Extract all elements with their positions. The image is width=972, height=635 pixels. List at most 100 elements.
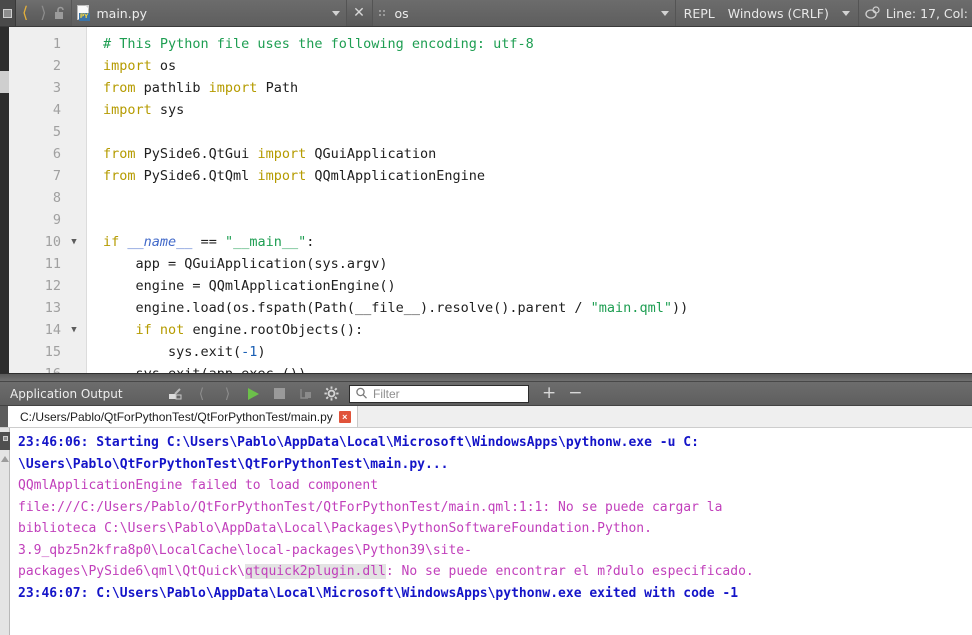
code-token: ==: [192, 234, 225, 250]
code-line[interactable]: 4 import sys: [9, 99, 972, 121]
code-line[interactable]: 10 ▼ if __name__ == "__main__":: [9, 231, 972, 253]
code-text: app = QGuiApplication(sys.argv): [87, 253, 388, 275]
line-number: 4: [52, 102, 61, 118]
cursor-position-label: Line: 17, Col:: [885, 5, 968, 21]
code-token: engine = QQmlApplicationEngine(): [103, 278, 396, 294]
code-token: not: [159, 322, 185, 338]
attach-glyph: [299, 389, 311, 399]
code-token: if: [103, 234, 120, 250]
code-token: sys: [151, 102, 185, 118]
code-token: "__main__": [224, 234, 307, 250]
code-line[interactable]: 2 import os: [9, 55, 972, 77]
repl-label[interactable]: REPL: [684, 6, 715, 21]
code-editor[interactable]: 1 # This Python file uses the following e…: [0, 27, 972, 381]
code-line[interactable]: 12 engine = QQmlApplicationEngine(): [9, 275, 972, 297]
tabbar-empty-space: [357, 406, 972, 427]
output-panel-toggle-button[interactable]: [0, 432, 10, 450]
editor-bottom-scrollbar[interactable]: [0, 373, 972, 381]
zoom-in-button[interactable]: +: [539, 385, 559, 402]
code-token: os: [151, 58, 177, 74]
code-token: :: [306, 234, 315, 250]
close-document-button[interactable]: ✕: [345, 0, 372, 26]
stop-icon[interactable]: [271, 385, 288, 402]
code-line[interactable]: 6 from PySide6.QtGui import QGuiApplicati…: [9, 143, 972, 165]
code-text: if not engine.rootObjects():: [87, 319, 364, 341]
line-number: 11: [44, 256, 61, 272]
settings-gear-icon[interactable]: [323, 385, 340, 402]
code-token: __name__: [127, 234, 193, 250]
code-line[interactable]: 7 from PySide6.QtQml import QQmlApplicati…: [9, 165, 972, 187]
chevron-left-icon[interactable]: ⟨: [22, 5, 28, 21]
code-text: from pathlib import Path: [87, 77, 298, 99]
code-line[interactable]: 3 from pathlib import Path: [9, 77, 972, 99]
symbol-combobox[interactable]: os: [371, 0, 675, 26]
scroll-up-icon[interactable]: [1, 456, 9, 462]
open-file-combobox[interactable]: PY main.py: [70, 0, 346, 26]
unlocked-padlock-icon[interactable]: [49, 0, 71, 26]
code-text: from PySide6.QtGui import QGuiApplicatio…: [87, 143, 436, 165]
code-line[interactable]: 14 ▼ if not engine.rootObjects():: [9, 319, 972, 341]
grip-dots-icon: [378, 8, 388, 18]
line-number: 10: [44, 234, 61, 250]
code-line[interactable]: 13 engine.load(os.fspath(Path(__file__).…: [9, 297, 972, 319]
next-item-icon[interactable]: ⟩: [219, 385, 236, 402]
code-line[interactable]: 8: [9, 187, 972, 209]
code-text: if __name__ == "__main__":: [87, 231, 314, 253]
line-number: 13: [44, 300, 61, 316]
output-line-list[interactable]: 23:46:06: Starting C:\Users\Pablo\AppDat…: [11, 428, 972, 635]
line-number: 7: [52, 168, 61, 184]
clear-output-icon[interactable]: [167, 385, 184, 402]
line-ending-label: Windows (CRLF): [727, 5, 829, 21]
scrollbar-handle[interactable]: [0, 71, 9, 93]
line-number: 5: [52, 124, 61, 140]
code-text: # This Python file uses the following en…: [87, 33, 534, 55]
code-line[interactable]: 11 app = QGuiApplication(sys.argv): [9, 253, 972, 275]
close-icon[interactable]: ×: [338, 410, 351, 423]
chevron-down-icon[interactable]: [841, 10, 850, 16]
sidebar-toggle-button[interactable]: [0, 0, 16, 26]
panel-toggle-icon: [3, 8, 12, 18]
filter-input[interactable]: Filter: [349, 384, 529, 403]
code-token: engine.rootObjects():: [184, 322, 364, 338]
code-token: "main.qml": [590, 300, 672, 316]
line-number: 15: [44, 344, 61, 360]
application-output-console[interactable]: 23:46:06: Starting C:\Users\Pablo\AppDat…: [0, 428, 972, 635]
chevron-down-icon[interactable]: [331, 10, 340, 16]
code-line[interactable]: 1 # This Python file uses the following e…: [9, 33, 972, 55]
run-icon[interactable]: [245, 385, 262, 402]
chevron-right-icon[interactable]: ⟩: [40, 5, 46, 21]
code-line[interactable]: 15 sys.exit(-1): [9, 341, 972, 363]
line-number: 8: [52, 190, 61, 206]
editor-left-scrollbar[interactable]: [0, 27, 9, 381]
code-token: # This Python file uses the following en…: [103, 36, 534, 52]
code-line[interactable]: 9: [9, 209, 972, 231]
line-number: 1: [52, 36, 61, 52]
tabbar-left-edge: [0, 406, 8, 427]
output-line: QQmlApplicationEngine failed to load com…: [18, 478, 379, 493]
code-line[interactable]: 5: [9, 121, 972, 143]
cursor-position-indicator[interactable]: Line: 17, Col:: [857, 0, 972, 26]
symbol-label: os: [394, 5, 409, 21]
application-output-header: Application Output ⟨ ⟩ Filter + −: [0, 381, 972, 406]
line-ending-selector[interactable]: REPL Windows (CRLF): [674, 0, 858, 26]
zoom-out-button[interactable]: −: [565, 385, 585, 402]
output-line: 3.9_qbz5n2kfra8p0\LocalCache\local-packa…: [18, 542, 472, 558]
code-line-list[interactable]: 1 # This Python file uses the following e…: [9, 27, 972, 381]
previous-item-icon[interactable]: ⟨: [193, 385, 210, 402]
fold-triangle-icon[interactable]: ▼: [61, 319, 87, 341]
highlighted-file-link[interactable]: qtquick2plugin.dll: [244, 564, 386, 579]
output-tab-bar: C:/Users/Pablo/QtForPythonTest/QtForPyth…: [0, 406, 972, 428]
code-area[interactable]: 1 # This Python file uses the following e…: [9, 27, 972, 381]
attach-debugger-icon[interactable]: [297, 385, 314, 402]
code-token: sys.exit(: [103, 344, 242, 360]
output-tab-label: C:/Users/Pablo/QtForPythonTest/QtForPyth…: [20, 409, 333, 424]
code-token: PySide6.QtGui: [135, 146, 258, 162]
output-tab-main-py[interactable]: C:/Users/Pablo/QtForPythonTest/QtForPyth…: [8, 406, 358, 427]
code-token: import: [208, 80, 258, 96]
output-zoom-controls: + −: [539, 385, 586, 402]
search-icon: [356, 387, 367, 399]
fold-triangle-icon[interactable]: ▼: [61, 231, 87, 253]
chevron-down-icon[interactable]: [660, 10, 669, 16]
